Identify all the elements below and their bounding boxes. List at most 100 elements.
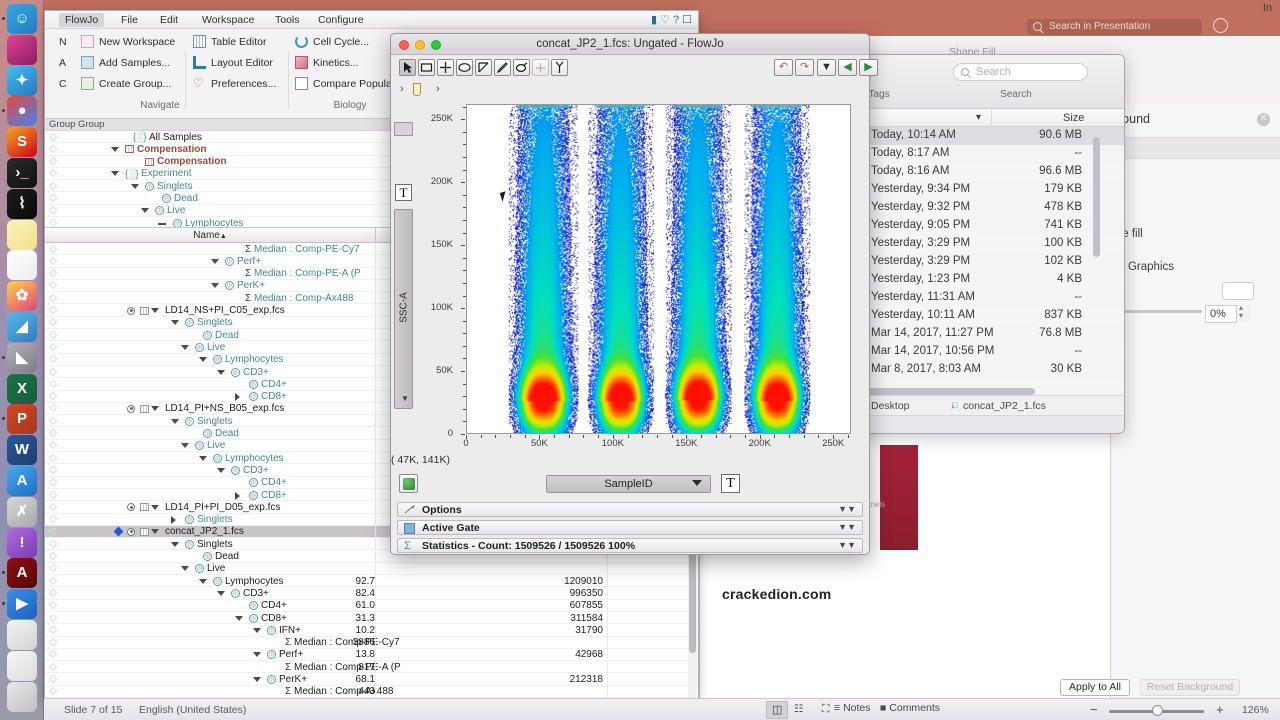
downloads-stack-icon[interactable] (7, 650, 37, 681)
chevron-right-icon[interactable] (235, 393, 240, 402)
zoom-out-button[interactable]: − (1090, 702, 1098, 718)
trash-icon[interactable] (7, 681, 37, 712)
autogate-tool[interactable] (513, 59, 530, 76)
chevron-down-icon[interactable] (217, 467, 225, 473)
dropdown-button[interactable]: ▼ (817, 59, 836, 76)
slide-sorter-button[interactable]: ☷ (794, 703, 803, 719)
arrow-tool[interactable] (399, 59, 416, 76)
table-row[interactable]: ◎ PerK+ 68.1 212318 (45, 673, 698, 686)
chevron-right-icon[interactable]: › (400, 83, 404, 95)
documents-stack-icon[interactable] (7, 620, 37, 650)
minimize-icon[interactable] (415, 40, 425, 50)
photos-icon[interactable]: ✿ (7, 281, 37, 312)
add-samples-button[interactable]: Add Samples... (99, 57, 170, 69)
chevron-down-icon[interactable] (141, 208, 149, 214)
chevron-down-icon[interactable] (253, 627, 261, 633)
acrobat-icon[interactable]: A (7, 558, 37, 589)
sample-radio-icon[interactable] (127, 404, 135, 413)
chevron-double-down-icon[interactable]: ▼▼ (838, 522, 856, 532)
apply-to-all-button[interactable]: Apply to All (1060, 679, 1130, 696)
chevron-down-icon[interactable] (151, 406, 159, 412)
siri-icon[interactable] (7, 34, 37, 65)
density-plot-canvas[interactable] (467, 105, 850, 433)
chevron-down-icon[interactable] (211, 283, 219, 289)
breadcrumb-item[interactable]: Desktop (871, 400, 910, 412)
plot-color-button[interactable] (399, 474, 418, 493)
create-group-button[interactable]: Create Group... (99, 78, 171, 90)
chevron-down-icon[interactable] (253, 677, 261, 682)
polygon-gate-tool[interactable] (475, 59, 492, 76)
chevron-down-icon[interactable] (199, 578, 207, 584)
menu-file[interactable]: File (121, 14, 138, 26)
preferences-button[interactable]: Preferences... (211, 78, 276, 90)
chevron-down-icon[interactable] (199, 455, 207, 461)
undo-button[interactable]: ↶ (774, 59, 793, 76)
chevron-double-down-icon[interactable]: ▼▼ (838, 540, 856, 550)
excel-icon[interactable]: X (7, 373, 37, 404)
close-icon[interactable]: ✕ (1257, 113, 1270, 126)
chevron-down-icon[interactable] (131, 183, 139, 189)
flowjo-icon[interactable]: ◣ (7, 342, 37, 373)
terminal-icon[interactable]: ›_ (7, 158, 37, 188)
cell-cycle-button[interactable]: Cell Cycle... (313, 36, 369, 48)
sample-grid-icon[interactable] (140, 404, 149, 413)
chevron-down-icon[interactable] (181, 443, 189, 449)
column-divider[interactable] (375, 228, 376, 244)
reminders-icon[interactable] (7, 250, 37, 281)
chevron-down-icon[interactable] (217, 590, 225, 596)
active-gate-panel-bar[interactable]: Active Gate ▼▼ (397, 520, 863, 535)
table-row[interactable]: ◎ CD3+ 82.4 996350 (45, 587, 698, 600)
chevron-down-icon[interactable] (199, 357, 207, 363)
chevron-down-icon[interactable] (235, 615, 243, 621)
quadrant-gate-tool[interactable] (437, 59, 454, 76)
finder-icon[interactable]: ☺ (7, 4, 37, 34)
chevron-down-icon[interactable] (151, 504, 159, 510)
sample-grid-icon[interactable] (140, 306, 149, 315)
smiley-feedback-icon[interactable] (1213, 18, 1228, 33)
table-row[interactable]: ◎ CD4+ 61.0 607855 (45, 599, 698, 612)
backgate-tool[interactable] (551, 59, 568, 76)
scrollbar-thumb[interactable] (1093, 137, 1100, 257)
table-editor-button[interactable]: Table Editor (211, 36, 266, 48)
menubar-icons[interactable]: ▮ ♡ ? ☐ (651, 13, 692, 26)
x-quartz-icon[interactable]: ✗ (7, 496, 37, 527)
maximize-icon[interactable] (431, 40, 441, 50)
fill-color-bucket-icon[interactable] (1222, 282, 1254, 300)
chevron-down-icon[interactable]: ▾ (976, 112, 981, 123)
app-store-icon[interactable]: A (7, 466, 37, 496)
column-size[interactable]: Size (1063, 112, 1084, 124)
chevron-down-icon[interactable] (181, 344, 189, 350)
chevron-down-icon[interactable] (181, 566, 189, 572)
chevron-down-icon[interactable] (217, 369, 225, 375)
notes-icon[interactable] (7, 219, 37, 250)
truncated-new-label[interactable]: N (59, 36, 67, 48)
chrome-icon[interactable]: ● (7, 96, 37, 127)
table-row[interactable]: ◎ CD8+ 31.3 311584 (45, 612, 698, 625)
chevron-down-icon[interactable] (171, 320, 179, 326)
ellipse-gate-tool[interactable] (456, 59, 473, 76)
collapse-dash-icon[interactable] (158, 223, 166, 225)
x-axis-parameter-selector[interactable]: SampleID (546, 475, 711, 493)
table-row[interactable]: ◎ Perf+ 13.8 42968 (45, 648, 698, 662)
safari-icon[interactable]: ✦ (7, 65, 37, 96)
warning-app-icon[interactable]: ! (7, 527, 37, 558)
chevron-down-icon[interactable] (111, 146, 119, 152)
finder-vertical-scrollbar[interactable] (1093, 129, 1100, 377)
y-axis-text-button[interactable]: T (395, 184, 412, 201)
presentation-search-input[interactable]: Search in Presentation (1027, 19, 1202, 35)
comments-button[interactable]: ■ Comments (880, 702, 940, 718)
chevron-down-icon[interactable] (111, 171, 119, 177)
table-row[interactable]: Σ Median : Comp-PE-A (P 817 (45, 661, 698, 674)
table-row[interactable]: ◎ IFN+ 10.2 31790 (45, 624, 698, 637)
kinetics-button[interactable]: Kinetics... (313, 57, 359, 69)
statistics-panel-bar[interactable]: Σ Statistics - Count: 1509526 / 1509526 … (397, 538, 863, 553)
menu-tools[interactable]: Tools (275, 14, 300, 26)
prev-button[interactable]: ◀ (838, 59, 857, 76)
redo-button[interactable]: ↷ (795, 59, 814, 76)
table-row[interactable]: ◎ Live (45, 562, 698, 576)
table-row[interactable]: Σ Median : Comp-Ax488 443 (45, 685, 698, 699)
activity-monitor-icon[interactable]: ⌇ (7, 188, 37, 219)
chevron-double-down-icon[interactable]: ▼▼ (838, 504, 856, 514)
column-name[interactable]: Name▲ (55, 230, 365, 241)
quad-split-tool[interactable] (532, 59, 549, 76)
